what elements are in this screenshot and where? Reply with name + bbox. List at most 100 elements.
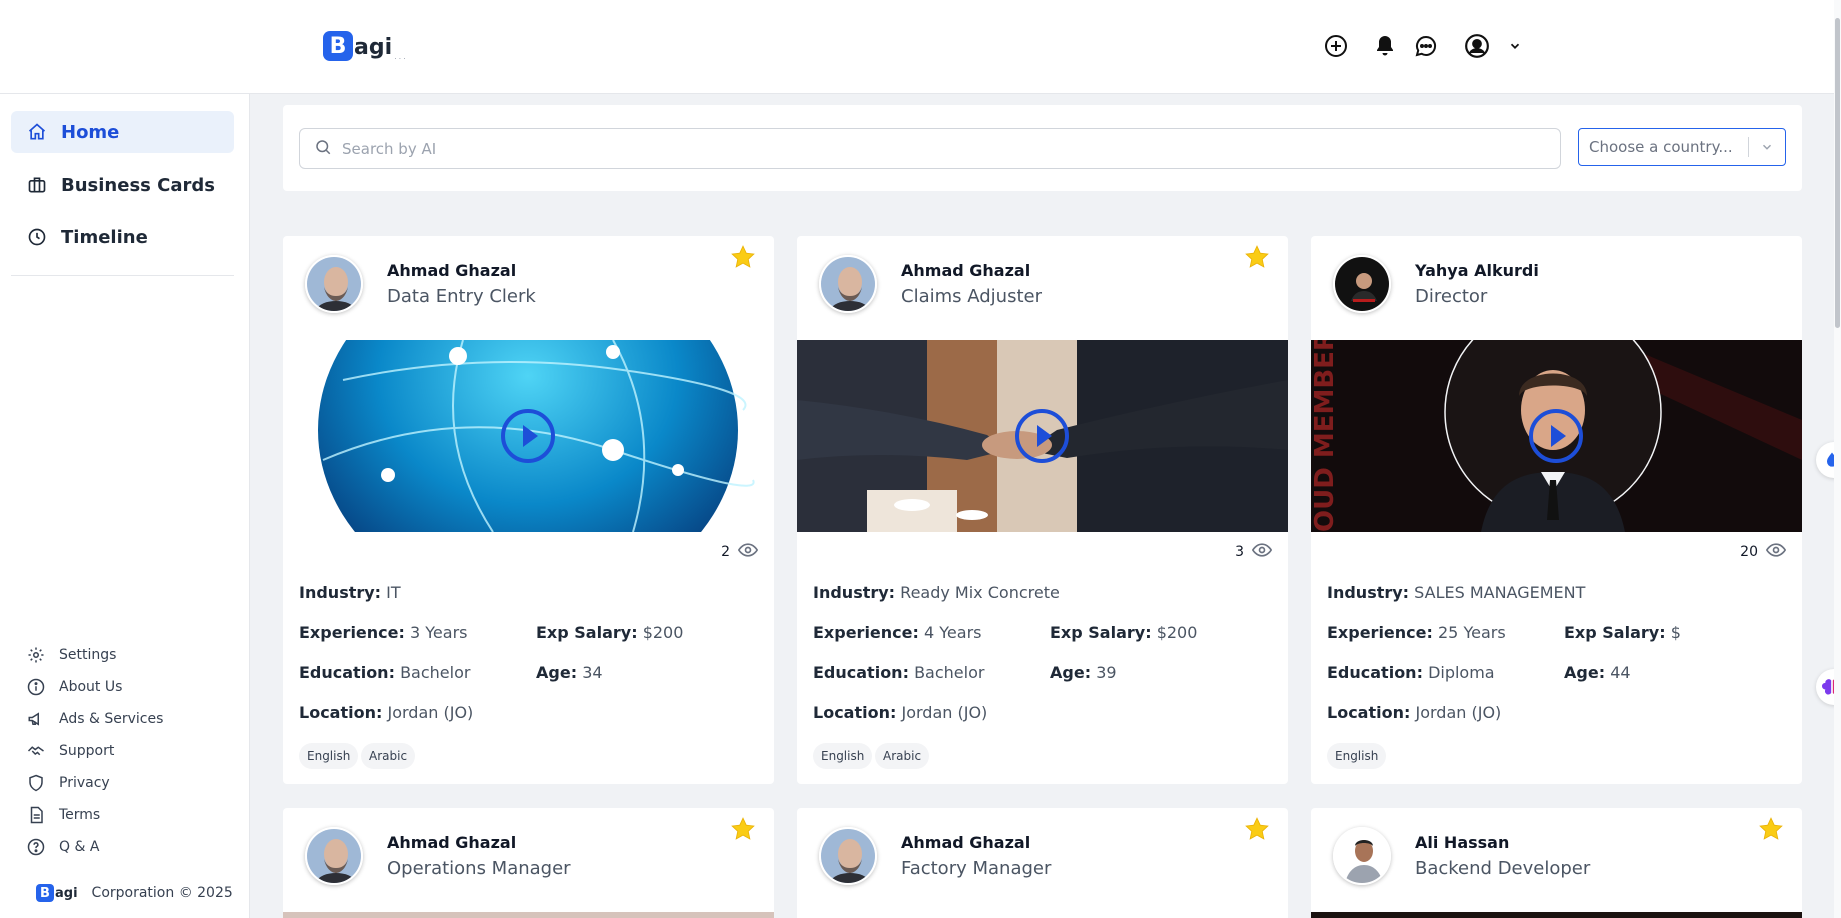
profile-card[interactable]: Ahmad Ghazal Data Entry Clerk 2 Industry… (283, 236, 774, 784)
search-box[interactable] (299, 128, 1561, 169)
star-icon[interactable] (1244, 816, 1270, 842)
avatar[interactable] (305, 255, 363, 313)
eye-icon (1765, 540, 1787, 564)
view-count-value: 3 (1235, 544, 1244, 560)
location-value: Jordan (JO) (387, 703, 474, 722)
footer-link-label: About Us (59, 679, 123, 695)
star-icon[interactable] (730, 816, 756, 842)
gear-icon (27, 646, 45, 664)
page-scrollbar[interactable] (1834, 0, 1841, 918)
question-icon (27, 838, 45, 856)
profile-role: Operations Manager (387, 858, 571, 879)
document-icon (27, 806, 45, 824)
field-label: Industry: (1327, 583, 1410, 602)
user-circle-icon[interactable] (1463, 32, 1491, 60)
chevron-down-icon[interactable] (1501, 32, 1529, 60)
sidebar-item-label: Home (61, 121, 120, 143)
view-count: 3 (1235, 540, 1273, 564)
eye-icon (1251, 540, 1273, 564)
sidebar-item-business-cards[interactable]: Business Cards (11, 164, 234, 206)
view-count-value: 2 (721, 544, 730, 560)
footer-link-label: Q & A (59, 839, 100, 855)
country-select[interactable]: Choose a country... (1578, 128, 1786, 166)
field-label: Education: (299, 663, 395, 682)
video-thumbnail[interactable]: OUD MEMBER (1311, 340, 1802, 532)
field-label: Location: (299, 703, 383, 722)
education-field: Education: Diploma (1327, 663, 1495, 682)
copyright-text: Corporation © 2025 (91, 885, 233, 901)
field-label: Age: (1050, 663, 1092, 682)
industry-field: Industry: IT (299, 583, 401, 602)
profile-card[interactable]: Ahmad Ghazal Operations Manager (283, 808, 774, 918)
experience-field: Experience: 3 Years (299, 623, 467, 642)
language-tag: Arabic (361, 743, 416, 769)
field-label: Age: (536, 663, 578, 682)
profile-card[interactable]: Ali Hassan Backend Developer (1311, 808, 1802, 918)
field-label: Exp Salary: (1050, 623, 1152, 642)
star-icon[interactable] (1244, 244, 1270, 270)
avatar[interactable] (819, 255, 877, 313)
avatar[interactable] (305, 827, 363, 885)
field-label: Exp Salary: (1564, 623, 1666, 642)
star-icon[interactable] (1758, 816, 1784, 842)
industry-value: Ready Mix Concrete (900, 583, 1060, 602)
education-field: Education: Bachelor (813, 663, 984, 682)
industry-value: IT (386, 583, 401, 602)
profile-role: Factory Manager (901, 858, 1052, 879)
briefcase-icon (27, 175, 47, 195)
footer-link-about-us[interactable]: About Us (27, 675, 122, 699)
avatar[interactable] (1333, 255, 1391, 313)
sidebar-item-home[interactable]: Home (11, 111, 234, 153)
field-label: Experience: (299, 623, 405, 642)
profile-card[interactable]: Yahya Alkurdi Director OUD MEMBER 20 Ind… (1311, 236, 1802, 784)
field-label: Location: (1327, 703, 1411, 722)
avatar[interactable] (819, 827, 877, 885)
play-icon (501, 409, 555, 463)
education-value: Diploma (1428, 663, 1495, 682)
copyright: B agi Corporation © 2025 (36, 884, 233, 902)
profile-name: Ali Hassan (1415, 833, 1510, 852)
footer-link-terms[interactable]: Terms (27, 803, 100, 827)
bell-icon[interactable] (1371, 32, 1399, 60)
profile-card[interactable]: Ahmad Ghazal Factory Manager (797, 808, 1288, 918)
footer-link-privacy[interactable]: Privacy (27, 771, 110, 795)
video-thumbnail[interactable] (797, 340, 1288, 532)
footer-link-ads-services[interactable]: Ads & Services (27, 707, 163, 731)
profile-card[interactable]: Ahmad Ghazal Claims Adjuster 3 Industry:… (797, 236, 1288, 784)
salary-value: $200 (1156, 623, 1198, 642)
industry-value: SALES MANAGEMENT (1414, 583, 1586, 602)
footer-link-support[interactable]: Support (27, 739, 114, 763)
salary-field: Exp Salary: $200 (536, 623, 683, 642)
salary-field: Exp Salary: $200 (1050, 623, 1197, 642)
field-label: Experience: (1327, 623, 1433, 642)
chevron-down-icon (1749, 140, 1785, 154)
video-thumbnail[interactable] (283, 340, 774, 532)
video-thumbnail[interactable] (1311, 912, 1802, 918)
video-thumbnail[interactable] (797, 912, 1288, 918)
footer-link-label: Ads & Services (59, 711, 164, 727)
age-value: 39 (1096, 663, 1117, 682)
field-label: Experience: (813, 623, 919, 642)
sidebar: Home Business Cards Timeline Settings Ab… (0, 94, 250, 918)
view-count: 20 (1740, 540, 1787, 564)
star-icon[interactable] (730, 244, 756, 270)
shield-icon (27, 774, 45, 792)
search-input[interactable] (342, 139, 1542, 158)
scrollbar-thumb[interactable] (1835, 18, 1840, 328)
profile-role: Claims Adjuster (901, 286, 1042, 307)
footer-link-settings[interactable]: Settings (27, 643, 116, 667)
sidebar-divider (11, 275, 234, 276)
salary-value: $ (1670, 623, 1681, 642)
language-tag: English (299, 743, 359, 769)
avatar[interactable] (1333, 827, 1391, 885)
chat-icon[interactable] (1412, 32, 1440, 60)
sidebar-item-timeline[interactable]: Timeline (11, 216, 234, 258)
search-panel: Choose a country... (283, 105, 1802, 191)
footer-link-qa[interactable]: Q & A (27, 835, 99, 859)
svg-text:OUD MEMBER: OUD MEMBER (1311, 340, 1340, 532)
field-label: Age: (1564, 663, 1606, 682)
profile-role: Backend Developer (1415, 858, 1591, 879)
video-thumbnail[interactable] (283, 912, 774, 918)
age-field: Age: 39 (1050, 663, 1117, 682)
plus-circle-icon[interactable] (1322, 32, 1350, 60)
